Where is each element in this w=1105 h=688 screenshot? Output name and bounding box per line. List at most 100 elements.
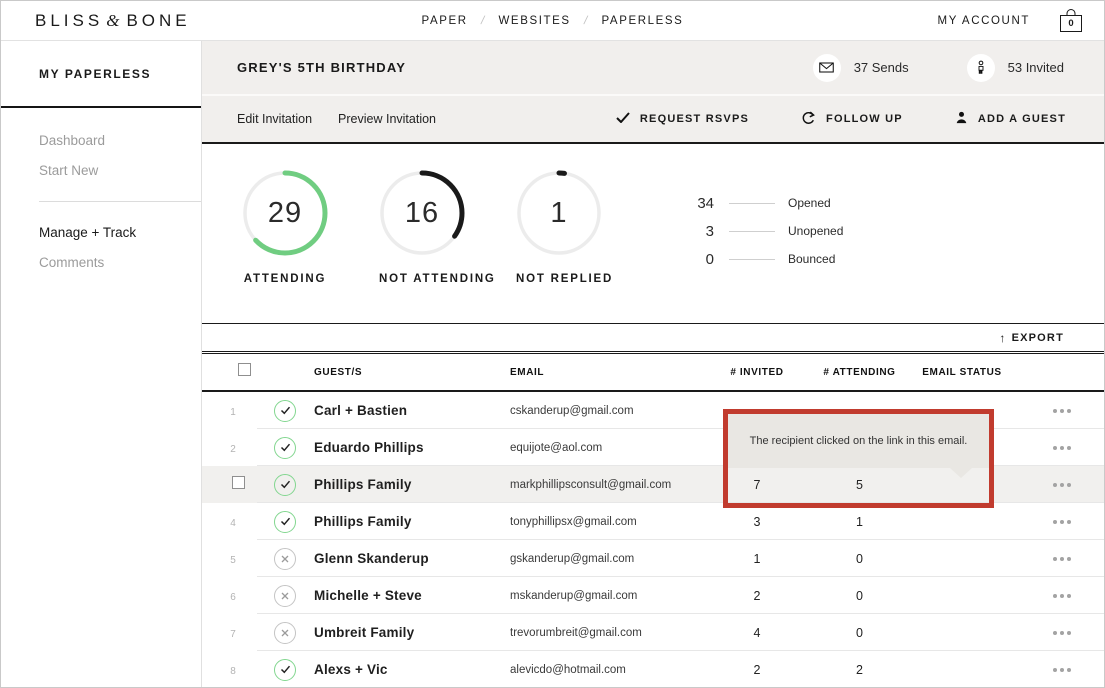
guest-name: Alexs + Vic: [306, 662, 506, 677]
primary-nav: PAPER / WEBSITES / PAPERLESS: [422, 15, 684, 27]
rsvp-status-icon: [274, 548, 296, 570]
action-bar: Edit Invitation Preview Invitation REQUE…: [202, 94, 1104, 144]
rsvp-stats-section: 29 ATTENDING 16 NOT ATTENDING: [202, 144, 1104, 323]
tooltip-text: The recipient clicked on the link in thi…: [750, 435, 968, 447]
donut-attending: 29 ATTENDING: [242, 170, 328, 285]
rsvp-status-icon: [274, 437, 296, 459]
sidebar-item-manage-track[interactable]: Manage + Track: [39, 224, 201, 241]
brand-logo[interactable]: BLISS&BONE: [35, 11, 191, 31]
nav-paperless[interactable]: PAPERLESS: [602, 15, 684, 27]
invited-count: 2: [702, 589, 812, 603]
sidebar-item-dashboard[interactable]: Dashboard: [39, 132, 201, 149]
sidebar-item-comments[interactable]: Comments: [39, 254, 201, 271]
table-row[interactable]: 7 Umbreit Family trevorumbreit@gmail.com…: [202, 614, 1104, 651]
row-number: 6: [230, 592, 236, 603]
sidebar-nav: Dashboard Start New Manage + Track Comme…: [1, 108, 201, 271]
attending-count: 0: [812, 589, 907, 603]
logo-text-1: BLISS: [35, 11, 103, 30]
table-row[interactable]: 8 Alexs + Vic alevicdo@hotmail.com 2 2: [202, 651, 1104, 688]
guest-name: Phillips Family: [306, 477, 506, 492]
rsvp-status-icon: [274, 474, 296, 496]
add-person-icon: [955, 111, 968, 127]
invited-count: 4: [702, 626, 812, 640]
table-row[interactable]: 4 Phillips Family tonyphillipsx@gmail.co…: [202, 503, 1104, 540]
donut-charts: 29 ATTENDING 16 NOT ATTENDING: [242, 170, 602, 285]
guest-email: gskanderup@gmail.com: [506, 553, 702, 565]
action-bar-right: REQUEST RSVPS FOLLOW UP ADD A GUEST: [616, 111, 1066, 128]
row-menu-button[interactable]: [1017, 446, 1105, 450]
row-menu-button[interactable]: [1017, 409, 1105, 413]
legend-line: [729, 259, 775, 260]
checkmark-icon: [616, 112, 630, 126]
legend-bounced: 0 Bounced: [680, 245, 843, 273]
row-number: 1: [230, 407, 236, 418]
opened-count: 34: [680, 195, 714, 212]
not-replied-label: NOT REPLIED: [516, 273, 602, 285]
nav-paper[interactable]: PAPER: [422, 15, 468, 27]
request-rsvps-button[interactable]: REQUEST RSVPS: [616, 112, 749, 126]
cart-icon[interactable]: 0: [1060, 15, 1082, 32]
rsvp-status-icon: [274, 659, 296, 681]
table-row[interactable]: 5 Glenn Skanderup gskanderup@gmail.com 1…: [202, 540, 1104, 577]
attending-count: 0: [812, 552, 907, 566]
top-bar: BLISS&BONE PAPER / WEBSITES / PAPERLESS …: [1, 1, 1104, 41]
guest-name: Phillips Family: [306, 514, 506, 529]
attending-count: 2: [812, 663, 907, 677]
rsvp-status-icon: [274, 400, 296, 422]
guest-email: alevicdo@hotmail.com: [506, 664, 702, 676]
my-account-link[interactable]: MY ACCOUNT: [938, 15, 1030, 27]
guest-email: trevorumbreit@gmail.com: [506, 627, 702, 639]
row-menu-button[interactable]: [1017, 557, 1105, 561]
email-status-tooltip: The recipient clicked on the link in thi…: [728, 414, 989, 468]
preview-invitation-link[interactable]: Preview Invitation: [338, 112, 436, 126]
sends-count-label: 37 Sends: [854, 60, 909, 75]
column-attending: # ATTENDING: [812, 367, 907, 378]
email-legend: 34 Opened 3 Unopened 0 Bounced: [680, 189, 843, 273]
nav-websites[interactable]: WEBSITES: [498, 15, 570, 27]
invited-count: 3: [702, 515, 812, 529]
unopened-label: Unopened: [788, 224, 843, 238]
bounced-count: 0: [680, 251, 714, 268]
row-menu-button[interactable]: [1017, 594, 1105, 598]
guest-email: tonyphillipsx@gmail.com: [506, 516, 702, 528]
guest-email: mskanderup@gmail.com: [506, 590, 702, 602]
rsvp-status-icon: [274, 511, 296, 533]
row-number: 7: [230, 629, 236, 640]
export-bar: ↑ EXPORT: [202, 323, 1104, 354]
attending-count: 1: [812, 515, 907, 529]
sidebar: MY PAPERLESS Dashboard Start New Manage …: [1, 41, 201, 687]
row-menu-button[interactable]: [1017, 668, 1105, 672]
nav-separator: /: [582, 15, 589, 27]
sidebar-item-start-new[interactable]: Start New: [39, 162, 201, 179]
legend-line: [729, 231, 775, 232]
select-all-checkbox[interactable]: [238, 363, 251, 376]
logo-ampersand: &: [106, 11, 119, 30]
export-button[interactable]: ↑ EXPORT: [999, 331, 1064, 345]
donut-not-replied: 1 NOT REPLIED: [516, 170, 602, 285]
legend-unopened: 3 Unopened: [680, 217, 843, 245]
highlight-box: The recipient clicked on the link in thi…: [723, 409, 994, 508]
invited-count: 2: [702, 663, 812, 677]
column-email: EMAIL: [506, 367, 702, 378]
edit-invitation-link[interactable]: Edit Invitation: [237, 112, 312, 126]
donut-not-attending: 16 NOT ATTENDING: [379, 170, 465, 285]
add-guest-button[interactable]: ADD A GUEST: [955, 111, 1066, 127]
sends-stat: 37 Sends: [813, 54, 909, 82]
table-row[interactable]: 6 Michelle + Steve mskanderup@gmail.com …: [202, 577, 1104, 614]
person-icon: [967, 54, 995, 82]
guest-name: Umbreit Family: [306, 625, 506, 640]
row-menu-button[interactable]: [1017, 520, 1105, 524]
row-checkbox[interactable]: [232, 476, 245, 489]
guest-name: Carl + Bastien: [306, 403, 506, 418]
unopened-count: 3: [680, 223, 714, 240]
row-menu-button[interactable]: [1017, 631, 1105, 635]
cart-count: 0: [1068, 18, 1073, 29]
follow-up-button[interactable]: FOLLOW UP: [801, 111, 903, 128]
bounced-label: Bounced: [788, 252, 835, 266]
cart-handle-icon: [1067, 9, 1076, 16]
column-invited: # INVITED: [702, 367, 812, 378]
guest-table-header: GUEST/S EMAIL # INVITED # ATTENDING EMAI…: [202, 354, 1104, 392]
invited-count: 1: [702, 552, 812, 566]
row-menu-button[interactable]: [1017, 483, 1105, 487]
attending-count: 29: [242, 170, 328, 256]
